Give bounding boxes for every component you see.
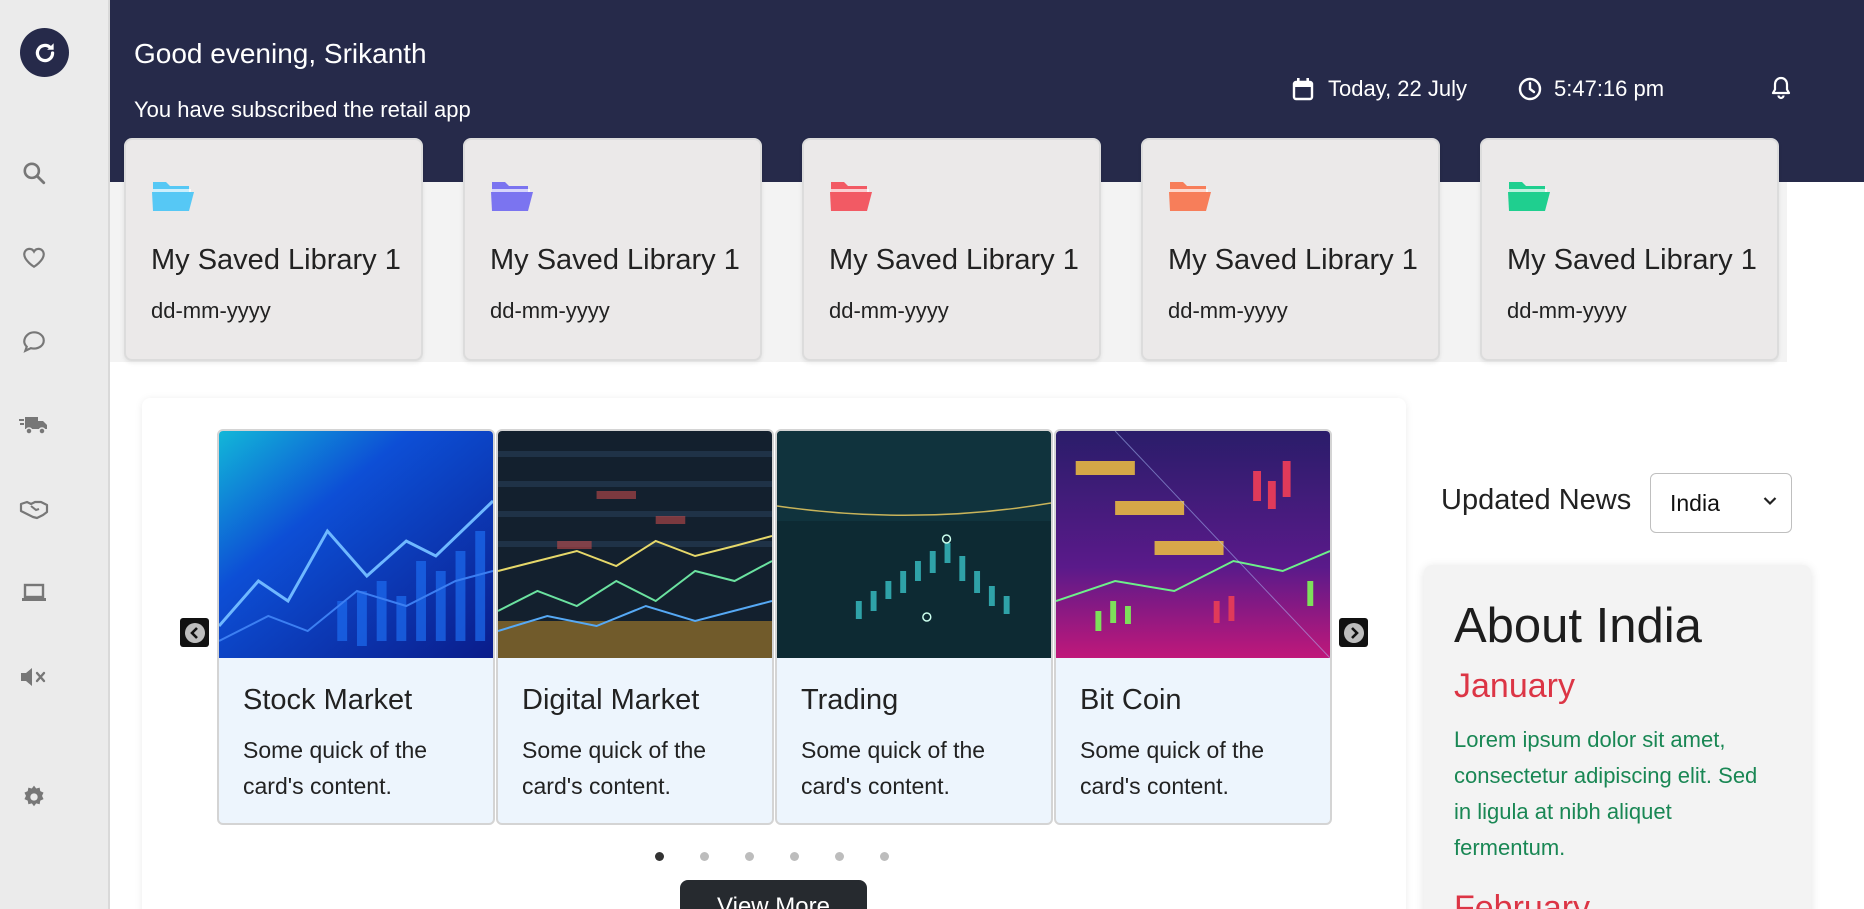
library-date: dd-mm-yyyy — [1168, 298, 1288, 323]
carousel-dot[interactable] — [745, 852, 754, 861]
refresh-icon — [35, 42, 54, 62]
carousel-dot[interactable] — [835, 852, 844, 861]
subscription-subtitle: You have subscribed the retail app — [134, 97, 471, 122]
bitcoin-image — [1056, 431, 1330, 658]
carousel-dot[interactable] — [790, 852, 799, 861]
chevron-right-icon — [1343, 622, 1364, 643]
slide-text: Some quick of the card's content. — [522, 737, 707, 799]
search-icon — [23, 162, 46, 185]
library-card[interactable]: My Saved Library 1 dd-mm-yyyy — [463, 138, 762, 361]
carousel-slide[interactable]: Digital Market Some quick of the card's … — [496, 429, 774, 825]
date-display: Today, 22 July — [1292, 76, 1467, 102]
library-date: dd-mm-yyyy — [151, 298, 271, 323]
notifications-button[interactable] — [1770, 76, 1792, 105]
sidebar-item-search[interactable] — [19, 158, 49, 188]
folder-icon — [830, 182, 872, 211]
country-select[interactable]: India — [1650, 473, 1792, 533]
library-title: My Saved Library 1 — [151, 244, 401, 276]
library-card[interactable]: My Saved Library 1 dd-mm-yyyy — [1141, 138, 1440, 361]
carousel-slide[interactable]: Trading Some quick of the card's content… — [775, 429, 1053, 825]
library-card[interactable]: My Saved Library 1 dd-mm-yyyy — [802, 138, 1101, 361]
app-logo[interactable] — [20, 28, 69, 77]
folder-icon — [152, 182, 194, 211]
handshake-icon — [19, 500, 49, 520]
library-title: My Saved Library 1 — [490, 244, 740, 276]
clock-icon — [1518, 77, 1542, 101]
digital-market-image — [498, 431, 772, 658]
news-label: Updated News — [1441, 484, 1632, 516]
date-text: Today, 22 July — [1328, 76, 1468, 101]
slide-title: Trading — [801, 684, 899, 716]
carousel-dot[interactable] — [700, 852, 709, 861]
time-text: 5:47:16 pm — [1554, 76, 1665, 101]
greeting: Good evening, Srikanth — [134, 38, 427, 69]
library-title: My Saved Library 1 — [1168, 244, 1418, 276]
sidebar-item-favorites[interactable] — [19, 242, 49, 272]
slide-title: Bit Coin — [1080, 684, 1182, 716]
library-date: dd-mm-yyyy — [829, 298, 949, 323]
slide-text: Some quick of the card's content. — [801, 737, 986, 799]
mute-icon — [21, 668, 46, 686]
trading-image — [777, 431, 1051, 658]
sidebar-item-devices[interactable] — [19, 578, 49, 608]
carousel-slide[interactable]: Bit Coin Some quick of the card's conten… — [1054, 429, 1332, 825]
folder-icon — [491, 182, 533, 211]
view-more-button[interactable]: View More — [680, 880, 867, 909]
news-month: February — [1454, 889, 1591, 909]
library-date: dd-mm-yyyy — [490, 298, 610, 323]
library-date: dd-mm-yyyy — [1507, 298, 1627, 323]
time-display: 5:47:16 pm — [1518, 76, 1664, 102]
delivery-truck-icon — [19, 417, 47, 435]
sidebar-item-messages[interactable] — [19, 326, 49, 356]
folder-icon — [1169, 182, 1211, 211]
sidebar-item-partners[interactable] — [19, 494, 49, 524]
carousel-dot[interactable] — [880, 852, 889, 861]
news-month: January — [1454, 667, 1575, 705]
slide-text: Some quick of the card's content. — [243, 737, 428, 799]
chevron-left-icon — [184, 622, 205, 643]
stock-market-image — [219, 431, 493, 658]
laptop-icon — [22, 583, 46, 601]
news-card: About India January Lorem ipsum dolor si… — [1424, 565, 1811, 909]
chat-icon — [23, 331, 45, 353]
chevron-down-icon — [1763, 497, 1777, 506]
sidebar-item-sound[interactable] — [19, 662, 49, 692]
folder-icon — [1508, 182, 1550, 211]
library-title: My Saved Library 1 — [1507, 244, 1757, 276]
news-body: Lorem ipsum dolor sit amet, consectetur … — [1454, 727, 1758, 860]
carousel-slide[interactable]: Stock Market Some quick of the card's co… — [217, 429, 495, 825]
carousel-next-button[interactable] — [1339, 618, 1368, 647]
library-card[interactable]: My Saved Library 1 dd-mm-yyyy — [124, 138, 423, 361]
calendar-icon — [1292, 78, 1314, 101]
bell-icon — [1771, 76, 1791, 100]
gear-icon — [24, 785, 44, 807]
sidebar-item-settings[interactable] — [19, 782, 49, 812]
country-select-value: India — [1670, 489, 1720, 516]
news-card-title: About India — [1454, 599, 1702, 653]
library-title: My Saved Library 1 — [829, 244, 1079, 276]
library-card[interactable]: My Saved Library 1 dd-mm-yyyy — [1480, 138, 1779, 361]
slide-title: Digital Market — [522, 684, 700, 716]
carousel-pagination — [655, 852, 889, 861]
sidebar-item-delivery[interactable] — [19, 410, 49, 440]
carousel-dot[interactable] — [655, 852, 664, 861]
slide-text: Some quick of the card's content. — [1080, 737, 1265, 799]
sidebar — [0, 0, 110, 909]
carousel-prev-button[interactable] — [180, 618, 209, 647]
slide-title: Stock Market — [243, 684, 413, 716]
heart-icon — [23, 247, 45, 269]
